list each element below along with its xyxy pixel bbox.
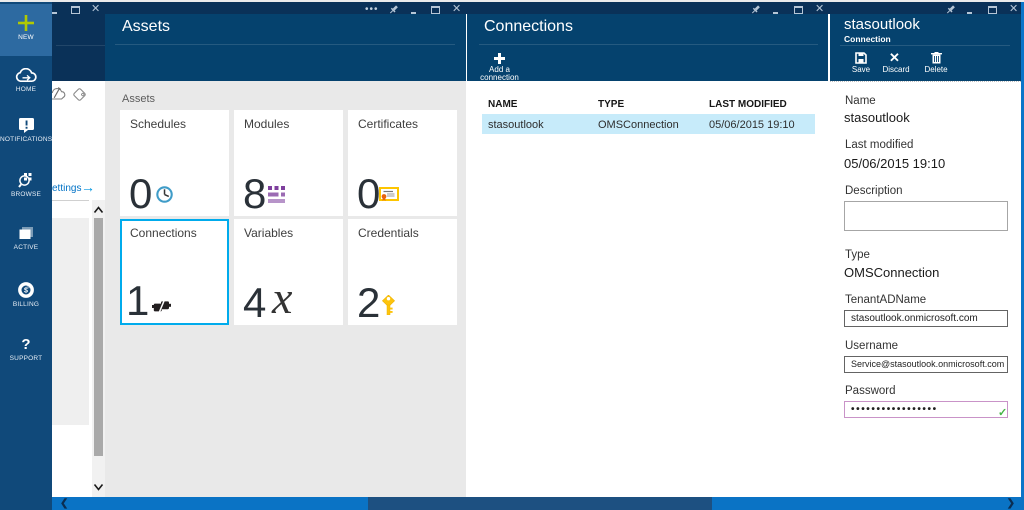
- svg-text:$: $: [24, 288, 28, 295]
